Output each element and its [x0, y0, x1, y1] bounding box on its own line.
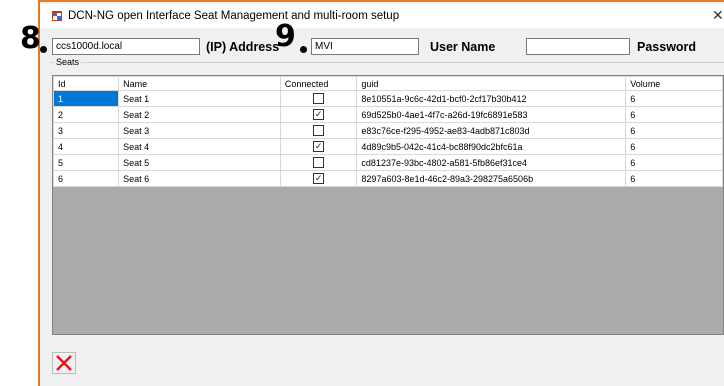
cell-id[interactable]: 4 — [53, 138, 120, 155]
cell-name[interactable]: Seat 2 — [118, 106, 281, 123]
column-header-volume[interactable]: Volume — [625, 76, 723, 91]
table-row[interactable]: 5 Seat 5 cd81237e-93bc-4802-a581-5fb86ef31… — [53, 154, 723, 171]
table-row[interactable]: 6 Seat 6 ✓ 8297a603-8e1d-46c2-89a3-298275a6… — [53, 170, 723, 187]
callout-9-dot — [300, 46, 307, 53]
table-row[interactable]: 3 Seat 3 e83c76ce-f295-4952-ae83-4adb871c8… — [53, 122, 723, 139]
cell-volume[interactable]: 6 — [625, 106, 723, 123]
cell-guid[interactable]: e83c76ce-f295-4952-ae83-4adb871c803d — [356, 122, 627, 139]
cell-volume[interactable]: 6 — [625, 138, 723, 155]
table-row[interactable]: 1 Seat 1 8e10551a-9c6c-42d1-bcf0-2cf17b30b… — [53, 90, 723, 107]
cell-id[interactable]: 1 — [53, 90, 120, 107]
cell-connected[interactable]: ✓ — [279, 170, 358, 187]
cell-id[interactable]: 3 — [53, 122, 120, 139]
connected-checkbox[interactable] — [313, 93, 325, 105]
cell-name[interactable]: Seat 4 — [118, 138, 281, 155]
cell-volume[interactable]: 6 — [625, 122, 723, 139]
table-row[interactable]: 2 Seat 2 ✓ 69d525b0-4ae1-4f7c-a26d-19fc6891… — [53, 106, 723, 123]
connected-checkbox[interactable]: ✓ — [313, 141, 325, 153]
connected-checkbox[interactable]: ✓ — [313, 109, 325, 121]
column-header-guid[interactable]: guid — [356, 76, 627, 91]
connected-checkbox[interactable] — [313, 125, 325, 137]
username-label: User Name — [430, 40, 496, 54]
cell-name[interactable]: Seat 3 — [118, 122, 281, 139]
connected-checkbox[interactable]: ✓ — [313, 173, 325, 185]
cell-name[interactable]: Seat 5 — [118, 154, 281, 171]
seats-grid[interactable]: Id Name Connected guid Volume 1 Seat 1 8e1… — [52, 75, 724, 335]
cell-guid[interactable]: 8297a603-8e1d-46c2-89a3-298275a6506b — [356, 170, 627, 187]
table-row[interactable]: 4 Seat 4 ✓ 4d89c9b5-042c-41c4-bc88f90dc2bfc… — [53, 138, 723, 155]
seats-table: Id Name Connected guid Volume 1 Seat 1 8e1… — [53, 76, 723, 187]
callout-8: 8 — [20, 21, 41, 56]
address-label: (IP) Address — [206, 40, 280, 54]
cell-volume[interactable]: 6 — [625, 170, 723, 187]
connected-checkbox[interactable] — [313, 157, 325, 169]
seats-header-row: Id Name Connected guid Volume — [53, 76, 723, 91]
cell-name[interactable]: Seat 1 — [118, 90, 281, 107]
column-header-connected[interactable]: Connected — [279, 76, 358, 91]
cell-connected[interactable] — [279, 154, 358, 171]
cell-id[interactable]: 5 — [53, 154, 120, 171]
close-button[interactable]: ✕ — [712, 6, 724, 24]
seats-group-label: Seats — [54, 57, 82, 67]
cell-connected[interactable]: ✓ — [279, 138, 358, 155]
app-window-icon — [52, 11, 62, 21]
cancel-button[interactable] — [52, 352, 76, 374]
callout-9: 9 — [275, 19, 296, 54]
red-x-icon — [56, 355, 72, 371]
cell-connected[interactable]: ✓ — [279, 106, 358, 123]
window-title: DCN-NG open Interface Seat Management an… — [68, 10, 400, 22]
password-label: Password — [637, 40, 697, 54]
callout-8-dot — [40, 46, 47, 53]
column-header-name[interactable]: Name — [118, 76, 281, 91]
username-input[interactable] — [311, 38, 419, 55]
cell-volume[interactable]: 6 — [625, 90, 723, 107]
cell-guid[interactable]: 69d525b0-4ae1-4f7c-a26d-19fc6891e583 — [356, 106, 627, 123]
cell-id[interactable]: 6 — [53, 170, 120, 187]
cell-guid[interactable]: cd81237e-93bc-4802-a581-5fb86ef31ce4 — [356, 154, 627, 171]
cell-connected[interactable] — [279, 90, 358, 107]
column-header-id[interactable]: Id — [53, 76, 120, 91]
cell-connected[interactable] — [279, 122, 358, 139]
cell-id[interactable]: 2 — [53, 106, 120, 123]
cell-guid[interactable]: 4d89c9b5-042c-41c4-bc88f90dc2bfc61a — [356, 138, 627, 155]
cell-volume[interactable]: 6 — [625, 154, 723, 171]
address-input[interactable] — [52, 38, 200, 55]
password-input[interactable] — [526, 38, 630, 55]
cell-guid[interactable]: 8e10551a-9c6c-42d1-bcf0-2cf17b30b412 — [356, 90, 627, 107]
cell-name[interactable]: Seat 6 — [118, 170, 281, 187]
